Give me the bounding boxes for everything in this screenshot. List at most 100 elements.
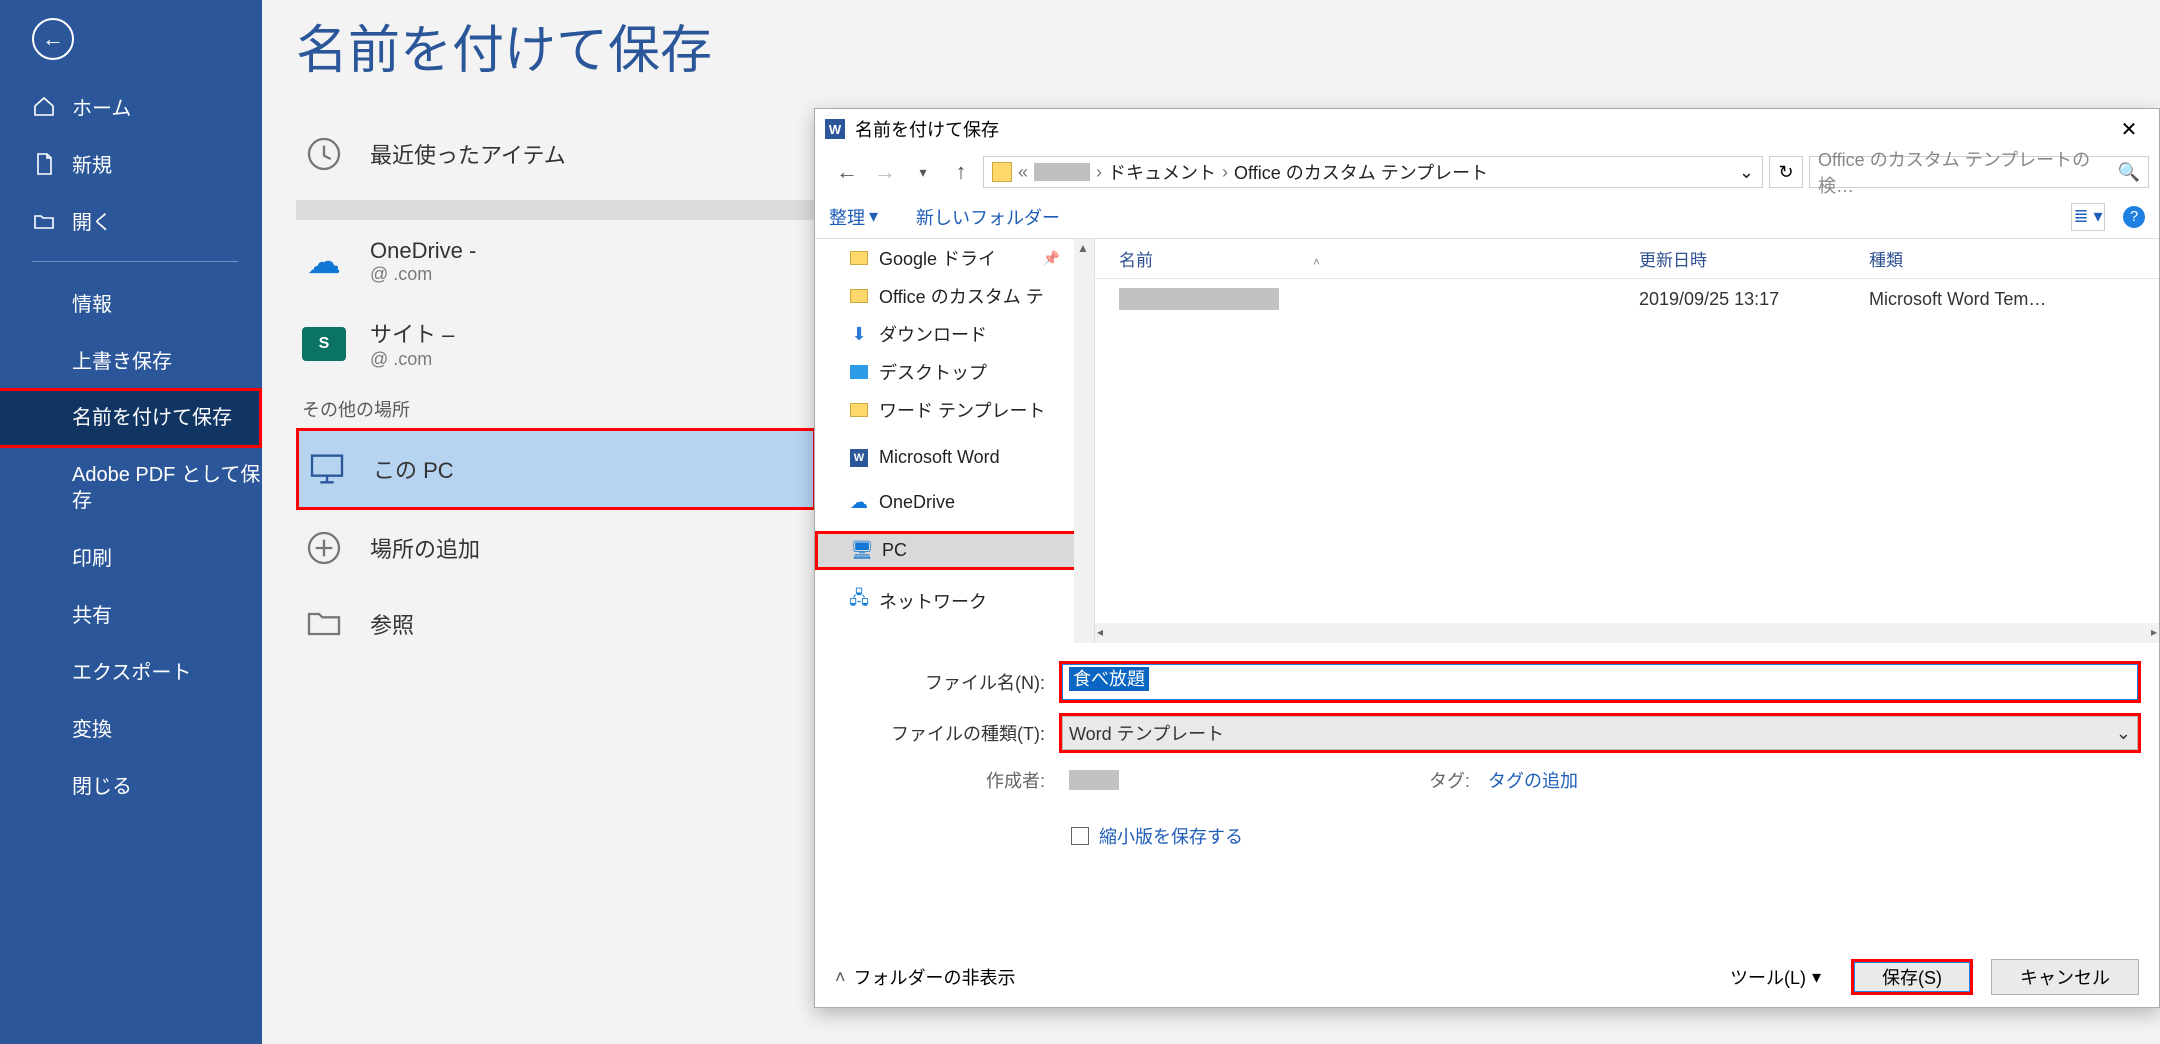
tools-label: ツール(L) — [1730, 964, 1806, 990]
breadcrumb-documents[interactable]: ドキュメント — [1108, 159, 1216, 185]
tree-onedrive[interactable]: ☁OneDrive — [815, 486, 1094, 519]
new-folder-button[interactable]: 新しいフォルダー — [916, 204, 1060, 230]
file-list: 名前˄ 更新日時 種類 2019/09/25 13:17 Microsoft W… — [1095, 239, 2159, 643]
nav-share[interactable]: 共有 — [0, 585, 262, 642]
tree-msword-label: Microsoft Word — [879, 447, 1000, 468]
nav-forward-button[interactable]: → — [869, 156, 901, 188]
nav-close-label: 閉じる — [72, 770, 132, 799]
breadcrumb-sep-1: › — [1096, 162, 1102, 183]
back-button[interactable]: ← — [32, 18, 74, 60]
close-button[interactable]: ✕ — [2109, 117, 2149, 142]
tree-desktop[interactable]: デスクトップ — [815, 353, 1094, 391]
nav-up-button[interactable]: ↑ — [945, 156, 977, 188]
loc-recent[interactable]: 最近使ったアイテム — [296, 116, 816, 192]
nav-save-label: 上書き保存 — [72, 345, 172, 374]
dialog-body: Google ドライ Office のカスタム テ ⬇ダウンロード デスクトップ… — [815, 239, 2159, 643]
expand-folders-icon[interactable]: ˄ — [835, 967, 846, 988]
tree-word-template[interactable]: ワード テンプレート — [815, 391, 1094, 429]
nav-new-label: 新規 — [72, 149, 112, 178]
search-input[interactable]: Office のカスタム テンプレートの検… 🔍 — [1809, 156, 2149, 188]
nav-open[interactable]: 開く — [0, 192, 262, 249]
col-name[interactable]: 名前˄ — [1119, 246, 1639, 271]
loc-browse-label: 参照 — [370, 608, 414, 640]
cancel-button[interactable]: キャンセル — [1991, 959, 2139, 995]
dialog-footer: ˄ フォルダーの非表示 ツール(L)▾ 保存(S) キャンセル — [815, 947, 2159, 1007]
tree-desktop-label: デスクトップ — [879, 359, 987, 385]
nav-adobe-pdf[interactable]: Adobe PDF として保存 — [0, 448, 262, 528]
loc-browse[interactable]: 参照 — [296, 586, 816, 662]
nav-new[interactable]: 新規 — [0, 135, 262, 192]
loc-sharepoint[interactable]: S サイト – @ .com — [296, 301, 816, 386]
col-name-label: 名前 — [1119, 251, 1153, 270]
folder-icon — [850, 251, 868, 265]
nav-pdf-label: Adobe PDF として保存 — [72, 462, 262, 514]
nav-save[interactable]: 上書き保存 — [0, 331, 262, 388]
nav-home[interactable]: ホーム — [0, 78, 262, 135]
nav-recent-button[interactable]: ▾ — [907, 156, 939, 188]
tree-msword[interactable]: WMicrosoft Word — [815, 441, 1094, 474]
tree-network-label: ネットワーク — [879, 588, 987, 614]
add-tag-link[interactable]: タグの追加 — [1488, 767, 1578, 793]
horizontal-scrollbar[interactable]: ◂▸ — [1095, 623, 2159, 643]
filetype-select[interactable]: Word テンプレート⌄ — [1062, 716, 2138, 750]
col-date[interactable]: 更新日時 — [1639, 246, 1869, 271]
dialog-title-text: 名前を付けて保存 — [855, 116, 999, 142]
nav-back-button[interactable]: ← — [831, 156, 863, 188]
search-placeholder: Office のカスタム テンプレートの検… — [1818, 146, 2108, 198]
nav-convert[interactable]: 変換 — [0, 699, 262, 756]
address-row: ← → ▾ ↑ « › ドキュメント › Office のカスタム テンプレート… — [815, 149, 2159, 195]
loc-add-place-label: 場所の追加 — [370, 532, 480, 564]
nav-close[interactable]: 閉じる — [0, 756, 262, 813]
network-icon: 🖧 — [849, 591, 869, 611]
organize-label: 整理 — [829, 204, 865, 230]
nav-print[interactable]: 印刷 — [0, 528, 262, 585]
loc-add-place[interactable]: 場所の追加 — [296, 510, 816, 586]
filename-input[interactable]: 食べ放題 — [1062, 664, 2138, 700]
loc-this-pc[interactable]: この PC — [296, 428, 816, 510]
loc-onedrive[interactable]: ☁ OneDrive - @ .com — [296, 222, 816, 301]
nav-info[interactable]: 情報 — [0, 274, 262, 331]
col-type[interactable]: 種類 — [1869, 246, 2159, 271]
nav-export[interactable]: エクスポート — [0, 642, 262, 699]
file-type: Microsoft Word Tem… — [1869, 289, 2046, 310]
breadcrumb-dropdown-icon[interactable]: ⌄ — [1739, 162, 1754, 183]
pc-icon — [305, 447, 349, 491]
tree-network[interactable]: 🖧 ネットワーク — [815, 582, 1094, 620]
author-label: 作成者: — [833, 767, 1059, 793]
redacted-segment — [1034, 163, 1090, 181]
hide-folders-link[interactable]: フォルダーの非表示 — [854, 964, 1016, 990]
nav-open-label: 開く — [72, 206, 112, 235]
save-locations: 最近使ったアイテム ☁ OneDrive - @ .com S サイト – @ … — [296, 116, 816, 662]
tree-gdrive[interactable]: Google ドライ — [815, 239, 1094, 277]
word-app-icon: W — [825, 119, 845, 139]
folder-icon — [992, 162, 1012, 182]
tree-scrollbar[interactable] — [1074, 239, 1094, 643]
save-button-label: 保存(S) — [1882, 964, 1942, 990]
breadcrumb-current[interactable]: Office のカスタム テンプレート — [1234, 159, 1488, 185]
breadcrumb-lead: « — [1018, 162, 1028, 183]
loc-onedrive-sub: @ .com — [370, 264, 476, 285]
help-button[interactable]: ? — [2123, 206, 2145, 228]
breadcrumb[interactable]: « › ドキュメント › Office のカスタム テンプレート ⌄ — [983, 156, 1763, 188]
loc-recent-label: 最近使ったアイテム — [370, 138, 566, 170]
loc-site-title: サイト – — [370, 317, 454, 349]
file-row[interactable]: 2019/09/25 13:17 Microsoft Word Tem… — [1095, 279, 2159, 319]
save-dialog: W 名前を付けて保存 ✕ ← → ▾ ↑ « › ドキュメント › Office… — [814, 108, 2160, 1008]
loc-this-pc-label: この PC — [373, 453, 454, 485]
loc-other-header: その他の場所 — [296, 386, 816, 428]
view-options-button[interactable]: ≣ ▾ — [2071, 203, 2105, 231]
save-form: ファイル名(N): 食べ放題 ファイルの種類(T): Word テンプレート⌄ … — [815, 643, 2159, 849]
folder-tree: Google ドライ Office のカスタム テ ⬇ダウンロード デスクトップ… — [815, 239, 1095, 643]
tree-pc[interactable]: 🖥PC — [815, 531, 1094, 570]
nav-save-as[interactable]: 名前を付けて保存 — [0, 388, 262, 448]
tree-downloads[interactable]: ⬇ダウンロード — [815, 315, 1094, 353]
tools-menu[interactable]: ツール(L)▾ — [1730, 964, 1821, 990]
filename-input-wrap: 食べ放題 — [1059, 661, 2141, 703]
refresh-button[interactable]: ↻ — [1769, 156, 1803, 188]
search-icon: 🔍 — [2118, 162, 2140, 183]
thumbnail-checkbox[interactable] — [1071, 827, 1089, 845]
tag-label: タグ: — [1429, 767, 1470, 793]
tree-office-custom[interactable]: Office のカスタム テ — [815, 277, 1094, 315]
save-button[interactable]: 保存(S) — [1851, 959, 1973, 995]
organize-menu[interactable]: 整理▾ — [829, 204, 878, 230]
